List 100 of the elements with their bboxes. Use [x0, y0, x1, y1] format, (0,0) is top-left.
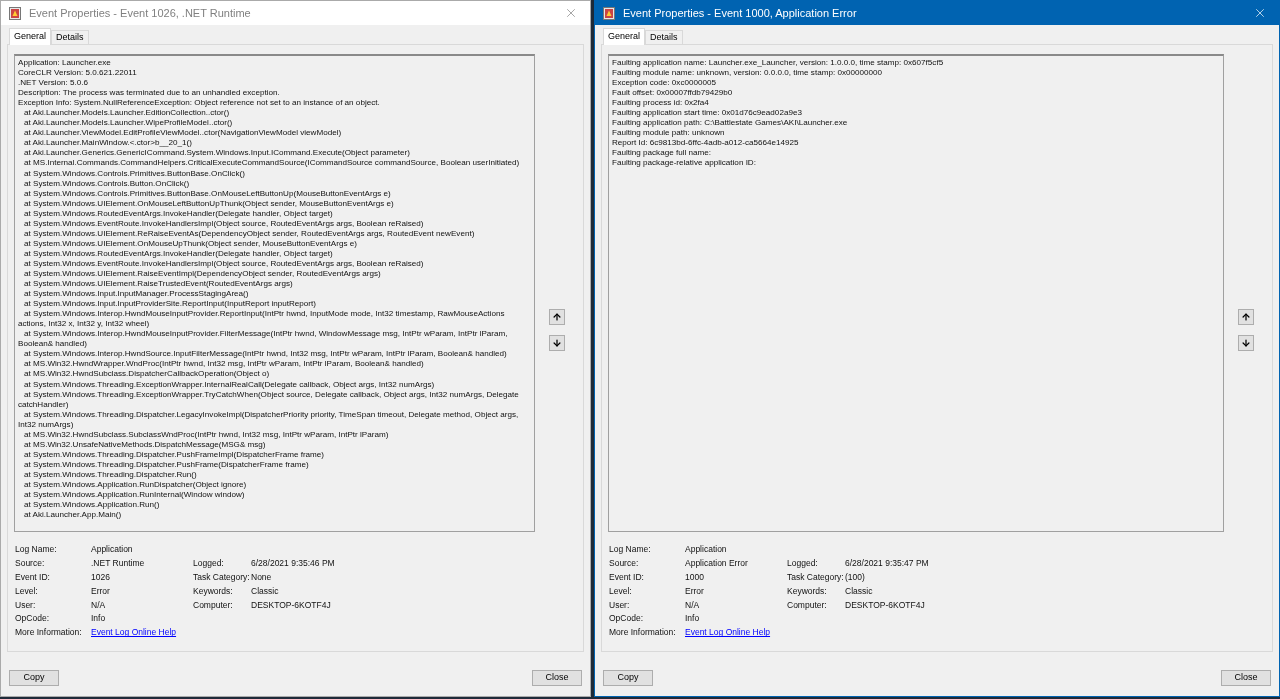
field-label: More Information:	[15, 627, 83, 638]
field-label: Event ID:	[609, 571, 645, 582]
description-line: at System.Windows.Controls.Primitives.ButtonBase.OnClick()	[23, 168, 246, 179]
description-line: at System.Windows.Threading.Dispatcher.Run()	[23, 469, 198, 480]
field-label: Source:	[609, 557, 640, 568]
dialog-button[interactable]: Copy	[9, 670, 59, 686]
field-value: (100)	[845, 571, 866, 582]
description-line: CoreCLR Version: 5.0.621.22011	[18, 68, 138, 79]
dialog-button[interactable]: Copy	[603, 670, 653, 686]
description-line: Application: Launcher.exe	[18, 58, 112, 69]
description-line: Description: The process was terminated due to an unhandled exception.	[18, 88, 281, 99]
description-line: at System.Windows.Interop.HwndSource.InputFilterMessage(IntPtr hwnd, Int32 msg, IntPtr wParam, IntPtr lParam, Boolean& handled)	[23, 349, 508, 360]
description-line: at System.Windows.Threading.ExceptionWrapper.InternalRealCall(Delegate callback, Object args, Int32 numArgs)	[23, 379, 436, 390]
field-value: .NET Runtime	[91, 557, 146, 568]
description-line: at System.Windows.Controls.Primitives.ButtonBase.OnMouseLeftButtonUp(MouseButtonEventArgs e)	[23, 188, 392, 199]
description-line: at System.Windows.UIElement.OnMouseLeftButtonUpThunk(Object sender, MouseButtonEventArgs e)	[23, 198, 395, 209]
window-title: Event Properties - Event 1000, Application Error	[623, 5, 858, 21]
field-label: Level:	[609, 585, 633, 596]
field-value: Application Error	[685, 557, 749, 568]
tab[interactable]: General	[9, 28, 52, 45]
description-line: at System.Windows.EventRoute.InvokeHandlersImpl(Object source, RoutedEventArgs args, Boolean reRaised)	[23, 258, 425, 269]
description-line: at MS.Win32.HwndSubclass.DispatcherCallbackOperation(Object o)	[23, 369, 271, 380]
description-line: at System.Windows.Application.RunInternal(Window window)	[23, 490, 246, 501]
description-line: at Aki.Launcher.ViewModel.EditProfileViewModel..ctor(NavigationViewModel viewModel)	[23, 128, 343, 139]
field-label: Event ID:	[15, 571, 51, 582]
description-line: Faulting package full name:	[612, 148, 712, 159]
description-line: at System.Windows.EventRoute.InvokeHandlersImpl(Object source, RoutedEventArgs args, Boolean reRaised)	[23, 218, 425, 229]
description-line: at System.Windows.Application.Run()	[23, 500, 161, 511]
description-line: at Aki.Launcher.Models.Launcher.EditionCollection..ctor()	[23, 108, 231, 119]
description-line: at System.Windows.Threading.Dispatcher.PushFrameImpl(DispatcherFrame frame)	[23, 449, 326, 460]
description-line: at System.Windows.Controls.Button.OnClick()	[23, 178, 191, 189]
field-label: Computer:	[193, 599, 234, 610]
dialog-button[interactable]: Close	[532, 670, 582, 686]
field-value: 6/28/2021 9:35:46 PM	[251, 557, 336, 568]
field-value: 1000	[685, 571, 705, 582]
field-value: DESKTOP-6KOTF4J	[845, 599, 926, 610]
description-line: at System.Windows.RoutedEventArgs.InvokeHandler(Delegate handler, Object target)	[23, 208, 334, 219]
description-line: at System.Windows.UIElement.ReRaiseEventAs(DependencyObject sender, RoutedEventArgs args, RoutedEvent newEvent)	[23, 228, 476, 239]
description-line: at System.Windows.Interop.HwndMouseInputProvider.ReportInput(IntPtr hwnd, InputMode mode, Int32 timestamp, RawMouseActions actions, Int32 x, Int32 y, Int32 wheel)	[18, 309, 506, 330]
field-label: User:	[15, 599, 37, 610]
field-value: None	[251, 571, 273, 582]
description-line: at System.Windows.Input.InputProviderSite.ReportInput(InputReport inputReport)	[23, 299, 317, 310]
field-label: Logged:	[193, 557, 225, 568]
field-label: Log Name:	[609, 544, 652, 554]
field-value: 6/28/2021 9:35:47 PM	[845, 557, 930, 568]
description-line: at System.Windows.UIElement.RaiseTrustedEvent(RoutedEventArgs args)	[23, 279, 294, 290]
description-line: Faulting package-relative application ID:	[612, 158, 757, 169]
description-line: at System.Windows.RoutedEventArgs.InvokeHandler(Delegate handler, Object target)	[23, 248, 334, 259]
description-line: at System.Windows.UIElement.OnMouseUpThunk(Object sender, MouseButtonEventArgs e)	[23, 238, 358, 249]
field-value: Classic	[251, 585, 280, 596]
previous-event-button[interactable]	[1238, 309, 1254, 325]
field-value: 1026	[91, 571, 111, 582]
dialog-button[interactable]: Close	[1221, 670, 1271, 686]
field-value: Application	[91, 544, 134, 554]
field-label: User:	[609, 599, 631, 610]
description-line: Faulting module path: unknown	[612, 128, 726, 139]
field-label: Logged:	[787, 557, 819, 568]
description-line: Report Id: 6c9813bd-6ffc-4adb-a012-ca5664e14925	[612, 138, 800, 149]
field-value: DESKTOP-6KOTF4J	[251, 599, 332, 610]
x-glyph-icon	[1253, 6, 1267, 20]
description-line: Fault offset: 0x00007ffdb79429b0	[612, 88, 734, 99]
field-label: More Information:	[609, 627, 677, 638]
tab[interactable]: General	[603, 28, 646, 45]
close-icon[interactable]	[1253, 6, 1267, 20]
field-label: Task Category:	[193, 571, 251, 582]
next-event-button[interactable]	[1238, 335, 1254, 351]
field-value: Application	[685, 544, 728, 554]
field-label: OpCode:	[15, 613, 51, 624]
description-line: at System.Windows.Application.RunDispatcher(Object ignore)	[23, 479, 248, 490]
description-line: at System.Windows.Threading.Dispatcher.LegacyInvokeImpl(DispatcherPriority priority, TimeSpan timeout, Delegate method, Object args, Int32 numArgs)	[18, 409, 520, 430]
field-label: OpCode:	[609, 613, 645, 624]
field-label: Task Category:	[787, 571, 845, 582]
help-link[interactable]: Event Log Online Help	[91, 627, 193, 638]
field-value: Info	[91, 613, 107, 624]
down-arrow-icon	[552, 338, 562, 348]
description-line: at Aki.Launcher.MainWindow.<.ctor>b__20_1()	[23, 138, 193, 149]
field-label: Keywords:	[787, 585, 828, 596]
description-line: Faulting module name: unknown, version: 0.0.0.0, time stamp: 0x00000000	[612, 68, 883, 79]
description-line: Faulting application path: C:\Battlestate Games\AKI\Launcher.exe	[612, 118, 849, 129]
previous-event-button[interactable]	[549, 309, 565, 325]
field-label: Log Name:	[15, 544, 58, 554]
field-value: Error	[685, 585, 705, 596]
window-title: Event Properties - Event 1026, .NET Runtime	[29, 5, 252, 21]
description-line: at System.Windows.Input.InputManager.ProcessStagingArea()	[23, 289, 250, 300]
field-label: Keywords:	[193, 585, 234, 596]
field-label: Level:	[15, 585, 39, 596]
up-arrow-icon	[552, 312, 562, 322]
description-line: at MS.Win32.HwndSubclass.SubclassWndProc(IntPtr hwnd, Int32 msg, IntPtr wParam, IntPtr lParam)	[23, 429, 390, 440]
field-value: N/A	[91, 599, 107, 610]
field-value: N/A	[685, 599, 701, 610]
description-line: Faulting application start time: 0x01d76c9ead02a9e3	[612, 108, 803, 119]
help-link[interactable]: Event Log Online Help	[685, 627, 787, 638]
description-line: Faulting process id: 0x2fa4	[612, 98, 710, 109]
description-line: at MS.Win32.HwndWrapper.WndProc(IntPtr hwnd, Int32 msg, IntPtr wParam, IntPtr lParam, Boolean& handled)	[23, 359, 425, 370]
field-value: Info	[685, 613, 701, 624]
description-line: at System.Windows.UIElement.RaiseEventImpl(DependencyObject sender, RoutedEventArgs args)	[23, 269, 382, 280]
field-label: Computer:	[787, 599, 828, 610]
description-line: .NET Version: 5.0.6	[18, 78, 90, 89]
next-event-button[interactable]	[549, 335, 565, 351]
x-glyph-icon	[564, 6, 578, 20]
